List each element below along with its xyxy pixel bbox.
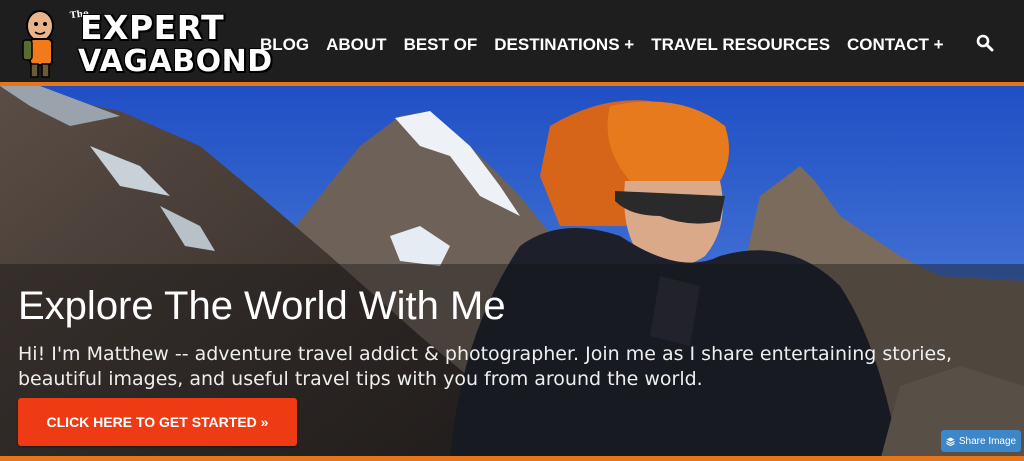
nav-item-best-of[interactable]: BEST OF — [404, 35, 478, 55]
site-header: The EXPERT VAGABOND BLOG ABOUT BEST OF D… — [0, 0, 1024, 86]
hero-description: Hi! I'm Matthew -- adventure travel addi… — [18, 343, 953, 390]
nav-item-contact[interactable]: CONTACT + — [847, 35, 944, 55]
logo-word-vagabond: VAGABOND — [78, 44, 273, 79]
site-logo[interactable]: The EXPERT VAGABOND — [18, 4, 272, 80]
nav-item-about[interactable]: ABOUT — [326, 35, 386, 55]
hero-banner: Explore The World With Me Hi! I'm Matthe… — [0, 86, 1024, 461]
bottom-accent-bar — [0, 456, 1024, 461]
nav-item-travel-resources[interactable]: TRAVEL RESOURCES — [651, 35, 830, 55]
hero-title: Explore The World With Me — [18, 284, 506, 328]
get-started-button[interactable]: CLICK HERE TO GET STARTED » — [18, 398, 297, 446]
search-icon[interactable] — [976, 34, 994, 52]
nav-item-blog[interactable]: BLOG — [260, 35, 309, 55]
logo-word-expert: EXPERT — [80, 8, 225, 47]
share-image-label: Share Image — [958, 435, 1017, 447]
main-nav: BLOG ABOUT BEST OF DESTINATIONS + TRAVEL… — [260, 35, 961, 55]
nav-item-destinations[interactable]: DESTINATIONS + — [494, 35, 634, 55]
layers-icon — [946, 437, 955, 446]
mascot-figure-icon — [22, 10, 54, 78]
share-image-button[interactable]: Share Image — [941, 430, 1021, 452]
